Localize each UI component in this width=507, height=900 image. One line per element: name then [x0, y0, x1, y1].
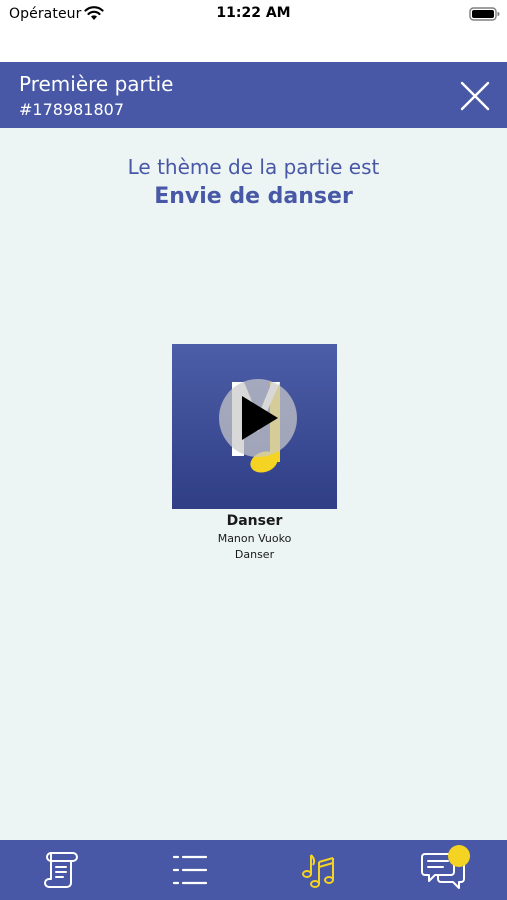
status-bar: Opérateur 11:22 AM [0, 0, 507, 62]
tab-bar [0, 840, 507, 900]
scroll-icon [44, 852, 78, 888]
tab-list[interactable] [150, 840, 230, 900]
page-title: Première partie [19, 72, 174, 96]
play-icon[interactable] [172, 344, 337, 509]
theme-name: Envie de danser [154, 184, 353, 209]
game-id: #178981807 [19, 100, 125, 119]
notification-badge [448, 845, 470, 867]
music-notes-icon [302, 854, 334, 888]
close-icon [460, 81, 490, 111]
tab-rules[interactable] [23, 840, 103, 900]
tab-chat[interactable] [405, 840, 485, 900]
battery-icon [469, 7, 500, 21]
close-button[interactable] [458, 79, 492, 113]
song-artist: Manon Vuoko [217, 532, 292, 545]
game-header: Première partie #178981807 [0, 62, 507, 128]
song-album: Danser [234, 548, 275, 561]
theme-intro: Le thème de la partie est [127, 155, 380, 179]
song-card[interactable]: Danser Manon Vuoko Danser [172, 344, 337, 561]
album-cover[interactable] [172, 344, 337, 509]
tab-music[interactable] [278, 840, 358, 900]
song-title: Danser [226, 513, 283, 529]
status-time: 11:22 AM [216, 5, 291, 21]
list-icon [172, 855, 208, 885]
